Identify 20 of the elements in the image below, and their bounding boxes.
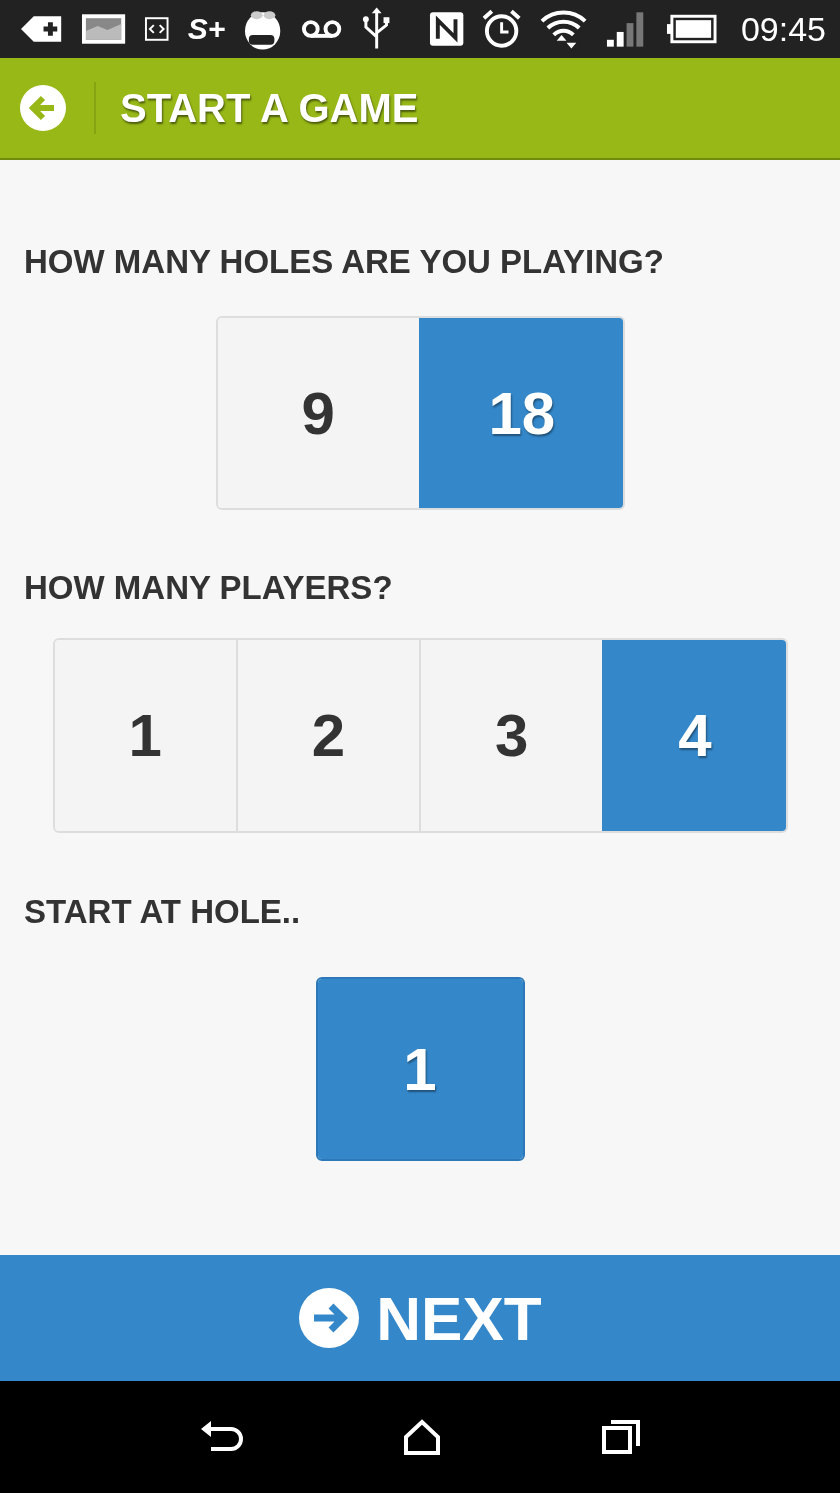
alarm-clock-icon	[482, 8, 522, 50]
section-heading: HOW MANY PLAYERS?	[24, 568, 394, 608]
screen-title: START A GAME	[120, 85, 419, 131]
option-button[interactable]: 4	[602, 640, 786, 831]
clock-time: 09:45	[740, 9, 826, 49]
arrow-circle-icon	[298, 1287, 361, 1349]
image-icon	[81, 13, 127, 45]
recent-apps-icon[interactable]	[600, 1419, 641, 1455]
option-button[interactable]: 18	[419, 318, 623, 508]
app-label: S+	[187, 12, 226, 46]
home-icon[interactable]	[402, 1419, 442, 1455]
code-icon	[144, 16, 170, 42]
nfc-icon	[429, 11, 465, 47]
tag-plus-icon	[20, 14, 64, 44]
section-heading: HOW MANY HOLES ARE YOU PLAYING?	[24, 242, 665, 282]
voicemail-icon	[300, 18, 342, 40]
section-heading: START AT HOLE..	[24, 892, 302, 932]
option-button[interactable]: 1	[317, 979, 523, 1159]
battery-icon	[665, 14, 717, 44]
next-button[interactable]: NEXT	[0, 1255, 840, 1381]
